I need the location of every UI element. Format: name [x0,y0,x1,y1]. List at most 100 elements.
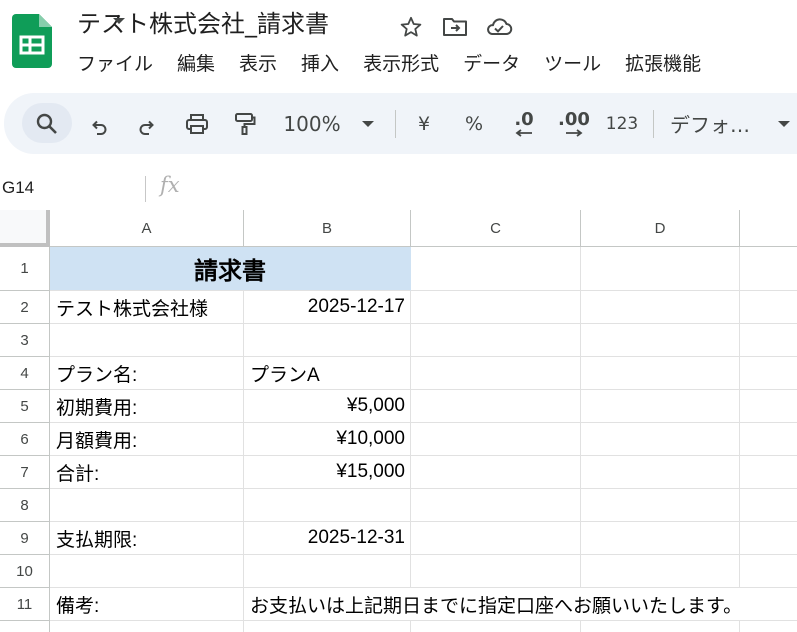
cell-c2[interactable] [411,291,581,324]
currency-format-button[interactable]: ¥ [409,93,439,154]
cell-b4[interactable]: プランA [244,357,411,390]
cell-d3[interactable] [581,324,740,357]
zoom-chevron-down-icon[interactable] [356,93,380,154]
cell-b2[interactable]: 2025-12-17 [244,291,411,324]
cell-c8[interactable] [411,489,581,522]
cell-b12[interactable] [244,621,411,632]
cell-e2[interactable] [740,291,797,324]
cell-c7[interactable] [411,456,581,489]
cell-c4[interactable] [411,357,581,390]
column-header-b[interactable]: B [244,210,411,247]
decrease-decimal-button[interactable]: .0 [504,93,544,154]
menu-view[interactable]: 表示 [227,49,289,79]
select-all-corner[interactable] [0,210,50,247]
cell-b9[interactable]: 2025-12-31 [244,522,411,555]
cell-d9[interactable] [581,522,740,555]
cell-e5[interactable] [740,390,797,423]
star-icon[interactable] [396,12,426,42]
cell-c10[interactable] [411,555,581,588]
cell-e9[interactable] [740,522,797,555]
cell-a9[interactable]: 支払期限: [50,522,244,555]
cell-e4[interactable] [740,357,797,390]
cell-b8[interactable] [244,489,411,522]
row-header-5[interactable]: 5 [0,390,50,423]
menu-format[interactable]: 表示形式 [351,49,451,79]
redo-icon[interactable] [132,93,162,154]
cell-c9[interactable] [411,522,581,555]
cloud-saved-icon[interactable] [484,12,514,42]
undo-icon[interactable] [84,93,114,154]
row-header-9[interactable]: 9 [0,522,50,555]
row-header-3[interactable]: 3 [0,324,50,357]
row-header-8[interactable]: 8 [0,489,50,522]
cell-b6[interactable]: ¥10,000 [244,423,411,456]
cell-a1[interactable]: 請求書 [50,247,411,291]
row-header-4[interactable]: 4 [0,357,50,390]
move-folder-icon[interactable] [440,12,470,42]
cell-c6[interactable] [411,423,581,456]
row-header-2[interactable]: 2 [0,291,50,324]
cell-d6[interactable] [581,423,740,456]
cell-b11[interactable]: お支払いは上記期日までに指定口座へお願いいたします。 [244,588,742,621]
search-icon[interactable] [30,93,64,154]
row-header-10[interactable]: 10 [0,555,50,588]
increase-decimal-button[interactable]: .00 [552,93,596,154]
column-header-d[interactable]: D [581,210,740,247]
row-header-6[interactable]: 6 [0,423,50,456]
cell-a7[interactable]: 合計: [50,456,244,489]
cell-d2[interactable] [581,291,740,324]
row-header-12[interactable]: 12 [0,621,50,632]
cell-d5[interactable] [581,390,740,423]
cell-e6[interactable] [740,423,797,456]
font-select[interactable]: デフォ… [670,93,766,154]
cell-b10[interactable] [244,555,411,588]
cell-a11[interactable]: 備考: [50,588,244,621]
cell-a8[interactable] [50,489,244,522]
menu-insert[interactable]: 挿入 [289,49,351,79]
font-chevron-down-icon[interactable] [774,93,794,154]
menu-extensions[interactable]: 拡張機能 [613,49,713,79]
cell-e7[interactable] [740,456,797,489]
cell-a10[interactable] [50,555,244,588]
name-box-chevron-down-icon[interactable] [112,11,126,30]
name-box[interactable]: G14 [0,172,135,204]
cell-b5[interactable]: ¥5,000 [244,390,411,423]
cell-b7[interactable]: ¥15,000 [244,456,411,489]
cell-d7[interactable] [581,456,740,489]
menu-data[interactable]: データ [451,49,532,79]
cell-d1[interactable] [581,247,740,291]
cell-d10[interactable] [581,555,740,588]
menu-file[interactable]: ファイル [77,49,165,79]
print-icon[interactable] [180,93,214,154]
row-header-7[interactable]: 7 [0,456,50,489]
cell-a12[interactable] [50,621,244,632]
cell-b3[interactable] [244,324,411,357]
cell-e1[interactable] [740,247,797,291]
google-sheets-icon[interactable] [12,14,52,68]
cell-c5[interactable] [411,390,581,423]
column-header-e[interactable] [740,210,797,247]
cell-d4[interactable] [581,357,740,390]
zoom-select[interactable]: 100% [280,93,344,154]
menu-edit[interactable]: 編集 [165,49,227,79]
cell-e10[interactable] [740,555,797,588]
cell-d12[interactable] [581,621,740,632]
cell-c3[interactable] [411,324,581,357]
number-format-button[interactable]: 123 [604,93,640,154]
cell-c12[interactable] [411,621,581,632]
menu-tools[interactable]: ツール [532,49,613,79]
column-header-c[interactable]: C [411,210,581,247]
cell-e3[interactable] [740,324,797,357]
cell-a4[interactable]: プラン名: [50,357,244,390]
cell-c1[interactable] [411,247,581,291]
cell-a3[interactable] [50,324,244,357]
column-header-a[interactable]: A [50,210,244,247]
cell-a2[interactable]: テスト株式会社様 [50,291,244,324]
cell-a5[interactable]: 初期費用: [50,390,244,423]
cell-e12[interactable] [740,621,797,632]
paint-format-icon[interactable] [228,93,262,154]
row-header-11[interactable]: 11 [0,588,50,621]
percent-format-button[interactable]: % [459,93,489,154]
cell-d8[interactable] [581,489,740,522]
cell-e8[interactable] [740,489,797,522]
